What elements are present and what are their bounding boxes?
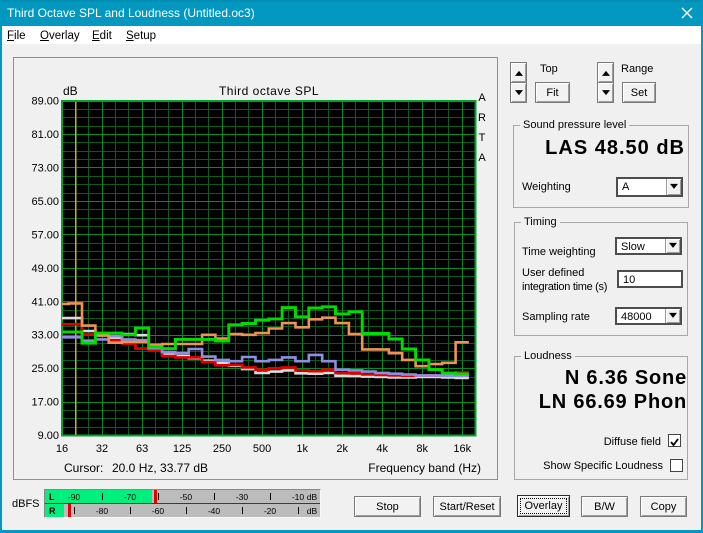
svg-text:63: 63	[136, 443, 148, 455]
svg-text:4k: 4k	[376, 443, 388, 455]
svg-text:33.00: 33.00	[31, 330, 59, 342]
svg-text:17.00: 17.00	[31, 397, 59, 409]
svg-text:Frequency band (Hz): Frequency band (Hz)	[368, 461, 481, 475]
svg-text:32: 32	[96, 443, 108, 455]
svg-text:57.00: 57.00	[31, 229, 59, 241]
svg-text:25.00: 25.00	[31, 363, 59, 375]
svg-text:500: 500	[253, 443, 271, 455]
svg-text:9.00: 9.00	[38, 430, 59, 442]
svg-text:A: A	[478, 92, 486, 104]
svg-text:250: 250	[213, 443, 231, 455]
svg-text:T: T	[479, 132, 486, 144]
svg-text:Cursor:: Cursor:	[64, 461, 103, 475]
svg-text:41.00: 41.00	[31, 296, 59, 308]
svg-text:49.00: 49.00	[31, 263, 59, 275]
svg-text:89.00: 89.00	[31, 96, 59, 108]
svg-text:2k: 2k	[336, 443, 348, 455]
svg-text:Third octave SPL: Third octave SPL	[219, 84, 319, 98]
svg-text:R: R	[478, 112, 486, 124]
svg-text:125: 125	[173, 443, 191, 455]
svg-text:16: 16	[56, 443, 68, 455]
svg-text:1k: 1k	[296, 443, 308, 455]
svg-text:65.00: 65.00	[31, 196, 59, 208]
svg-text:73.00: 73.00	[31, 162, 59, 174]
svg-text:81.00: 81.00	[31, 129, 59, 141]
svg-text:dB: dB	[63, 84, 78, 98]
svg-text:16k: 16k	[453, 443, 471, 455]
svg-text:A: A	[478, 152, 486, 164]
svg-text:20.0 Hz, 33.77 dB: 20.0 Hz, 33.77 dB	[112, 461, 208, 475]
svg-text:8k: 8k	[416, 443, 428, 455]
